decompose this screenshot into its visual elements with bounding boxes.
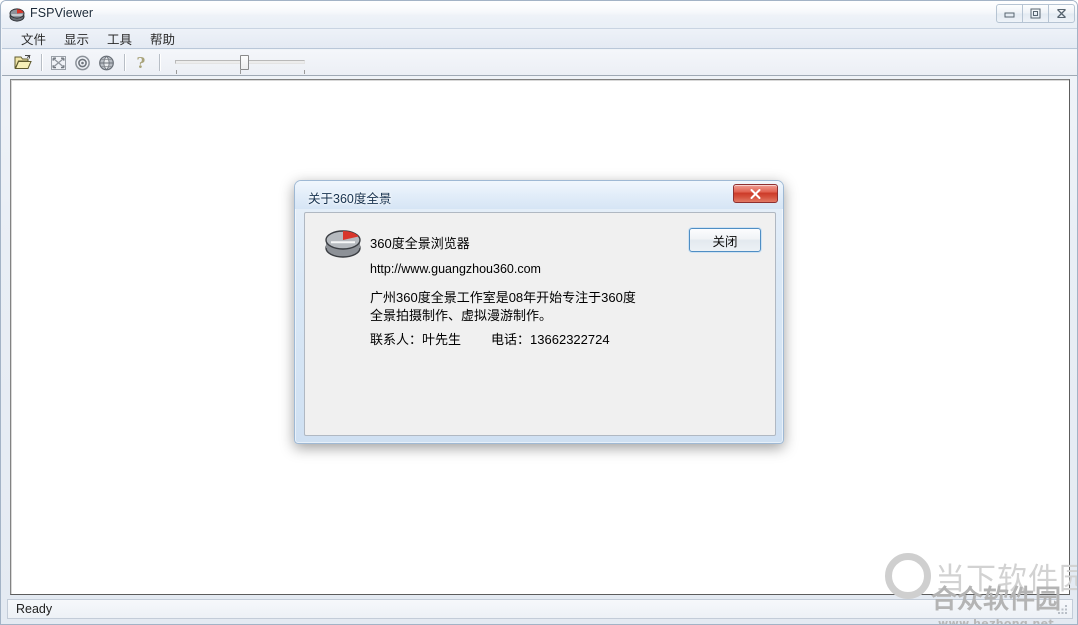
- help-icon: ?: [137, 54, 146, 71]
- minimize-icon: [1004, 12, 1015, 18]
- maximize-icon: [1030, 8, 1041, 19]
- zoom-slider-tick: [176, 69, 177, 74]
- phone-label: 电话：: [491, 332, 531, 347]
- toolbar-separator-2: [124, 54, 125, 71]
- contact-name: 叶先生: [422, 332, 462, 347]
- contact-label: 联系人：: [370, 332, 423, 347]
- menu-view[interactable]: 显示: [55, 27, 98, 50]
- window-title-bar[interactable]: FSPViewer: [1, 1, 1077, 28]
- window-controls: [996, 4, 1075, 23]
- toolbar-separator: [41, 54, 42, 71]
- dialog-body: 360度全景浏览器 http://www.guangzhou360.com 广州…: [304, 212, 776, 436]
- target-icon: [75, 55, 90, 70]
- status-text: Ready: [16, 602, 53, 616]
- minimize-button[interactable]: [996, 4, 1023, 23]
- dialog-title: 关于360度全景: [308, 192, 392, 206]
- help-button[interactable]: ?: [130, 52, 153, 74]
- close-icon: [1057, 9, 1066, 18]
- menu-tools[interactable]: 工具: [98, 27, 141, 50]
- zoom-slider-tick: [240, 69, 241, 74]
- toolbar: ?: [2, 50, 1077, 76]
- main-window: FSPViewer 文件 显示 工具 帮助 ? Ready 当下软件园 合众软件…: [0, 0, 1078, 625]
- dialog-contact-line: 联系人：叶先生 电话：13662322724: [370, 329, 610, 348]
- status-bar: Ready: [7, 599, 1073, 619]
- dialog-ok-button[interactable]: 关闭: [689, 228, 761, 252]
- close-icon: [750, 188, 761, 199]
- about-dialog: 关于360度全景 360度全景浏览器 http://www.guangzhou3…: [294, 180, 784, 444]
- resize-grip-icon[interactable]: [1056, 603, 1069, 616]
- panorama-disc-icon: [325, 230, 361, 258]
- globe-icon: [99, 55, 114, 70]
- zoom-slider-tick: [304, 69, 305, 74]
- open-file-button[interactable]: [12, 52, 35, 74]
- dialog-description: 广州360度全景工作室是08年开始专注于360度 全景拍摄制作、虚拟漫游制作。: [370, 290, 636, 323]
- globe-button[interactable]: [95, 52, 118, 74]
- zoom-slider-thumb[interactable]: [240, 54, 249, 70]
- dialog-close-button[interactable]: [733, 184, 778, 203]
- maximize-button[interactable]: [1022, 4, 1049, 23]
- toolbar-separator-3: [159, 54, 160, 71]
- dialog-title-bar[interactable]: 关于360度全景: [295, 181, 783, 209]
- phone-number: 13662322724: [530, 332, 610, 347]
- dialog-app-name: 360度全景浏览器: [370, 236, 470, 251]
- window-title: FSPViewer: [30, 6, 94, 20]
- close-button[interactable]: [1048, 4, 1075, 23]
- menu-help[interactable]: 帮助: [141, 27, 184, 50]
- target-button[interactable]: [71, 52, 94, 74]
- zoom-slider[interactable]: [171, 52, 309, 74]
- dialog-url[interactable]: http://www.guangzhou360.com: [370, 262, 541, 276]
- fullscreen-button[interactable]: [47, 52, 70, 74]
- panorama-disc-icon: [9, 8, 25, 22]
- open-file-icon: [14, 54, 32, 69]
- svg-text:?: ?: [137, 54, 146, 71]
- fullscreen-icon: [51, 55, 66, 70]
- menu-file[interactable]: 文件: [12, 27, 55, 50]
- title-bar-sheen: [1, 1, 1077, 15]
- menu-bar: 文件 显示 工具 帮助: [2, 27, 1077, 50]
